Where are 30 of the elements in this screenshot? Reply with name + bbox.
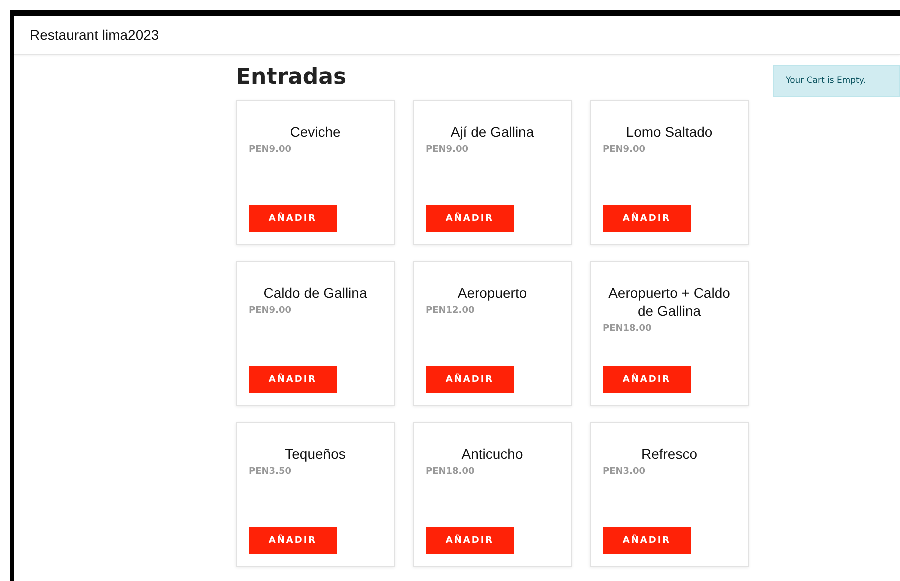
add-button[interactable]: AÑADIR: [426, 527, 514, 554]
product-price: PEN9.00: [249, 145, 292, 155]
cart-alert: Your Cart is Empty.: [773, 65, 900, 97]
product-price: PEN12.00: [426, 306, 476, 316]
product-price: PEN18.00: [603, 324, 653, 334]
app-title: Restaurant lima2023: [30, 27, 160, 43]
product-price: PEN3.00: [603, 467, 646, 477]
product-price: PEN9.00: [249, 306, 292, 316]
product-name: Aeropuerto: [456, 284, 528, 302]
product-price: PEN18.00: [426, 467, 476, 477]
product-price: PEN3.50: [249, 467, 292, 477]
product-name: Tequeños: [284, 445, 347, 463]
add-button[interactable]: AÑADIR: [603, 205, 691, 232]
product-price: PEN9.00: [426, 145, 470, 155]
product-name: Refresco: [640, 445, 699, 463]
product-name: Ceviche: [289, 123, 342, 141]
add-button[interactable]: AÑADIR: [603, 527, 691, 554]
product-name: Ají de Gallina: [450, 123, 536, 141]
add-button[interactable]: AÑADIR: [426, 366, 514, 393]
add-button[interactable]: AÑADIR: [249, 366, 337, 393]
product-name: Caldo de Gallina: [262, 284, 368, 302]
section-heading: Entradas: [236, 64, 348, 92]
product-price: PEN9.00: [603, 145, 646, 155]
add-button[interactable]: AÑADIR: [249, 205, 337, 232]
product-name: Lomo Saltado: [625, 123, 714, 141]
add-button[interactable]: AÑADIR: [426, 205, 514, 232]
product-name: Aeropuerto + Caldo de Gallina: [608, 284, 732, 320]
add-button[interactable]: AÑADIR: [603, 366, 691, 393]
add-button[interactable]: AÑADIR: [249, 527, 337, 554]
product-name: Anticucho: [460, 445, 524, 463]
